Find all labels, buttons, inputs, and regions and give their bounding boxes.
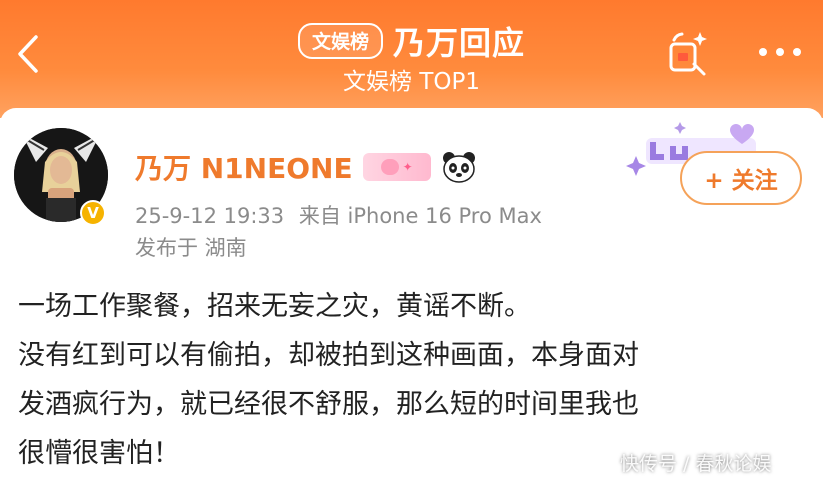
verified-v-icon: V xyxy=(80,200,106,226)
post-text-line: 发酒疯行为，就已经很不舒服，那么短的时间里我也 xyxy=(18,389,639,420)
more-dots-icon xyxy=(776,48,784,56)
pig-icon xyxy=(380,159,399,175)
page-title: 乃万回应 xyxy=(393,24,526,62)
topic-header: 文娱榜 乃万回应 文娱榜 TOP1 xyxy=(0,0,823,118)
more-dots-icon xyxy=(759,48,767,56)
share-icon xyxy=(669,32,707,76)
follow-button[interactable]: + 关注 xyxy=(680,151,802,205)
post-text-line: 没有红到可以有偷拍，却被拍到这种画面，本身面对 xyxy=(18,340,639,371)
share-button[interactable] xyxy=(664,26,710,78)
panda-icon xyxy=(442,152,475,183)
post-source: 来自 iPhone 16 Pro Max xyxy=(298,204,542,228)
watermark: 快传号 / 春秋论娱 xyxy=(620,453,772,475)
author-row: 乃万 N1NEONE ✦ xyxy=(135,147,477,187)
post-meta-line: 25-9-12 19:33 来自 iPhone 16 Pro Max xyxy=(135,200,542,232)
level-badge: ✦ xyxy=(362,153,431,181)
post-meta: 25-9-12 19:33 来自 iPhone 16 Pro Max 发布于 湖… xyxy=(135,200,542,264)
more-dots-icon xyxy=(793,48,801,56)
author-name[interactable]: 乃万 N1NEONE xyxy=(135,147,353,187)
level-badge-mark: ✦ xyxy=(402,160,413,174)
topic-tag-badge: 文娱榜 xyxy=(297,23,383,59)
post-text-line: 一场工作聚餐，招来无妄之灾，黄谣不断。 xyxy=(18,291,531,322)
post-location: 发布于 湖南 xyxy=(135,236,247,260)
more-options-button[interactable] xyxy=(750,26,810,78)
post-timestamp: 25-9-12 19:33 xyxy=(135,204,285,228)
